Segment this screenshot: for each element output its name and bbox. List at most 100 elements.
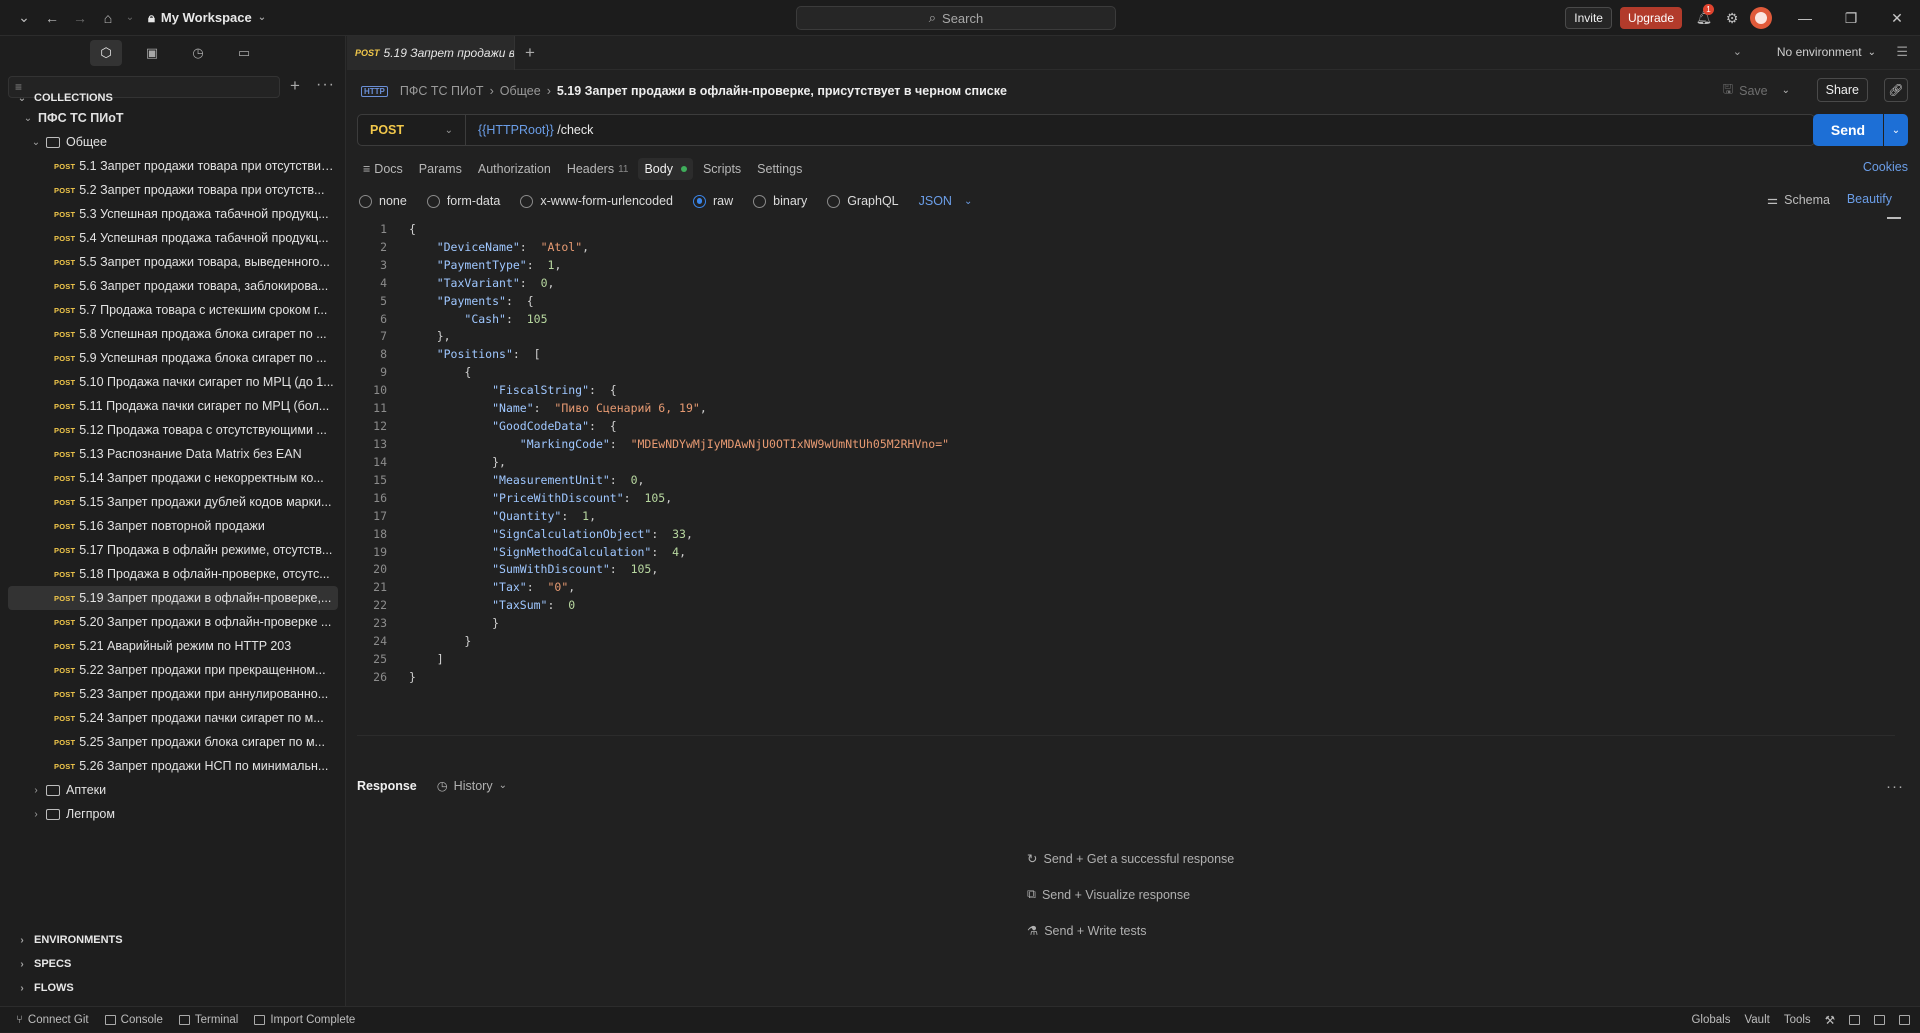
collections-header[interactable]: ⌄ COLLECTIONS: [16, 92, 113, 104]
collections-tab-icon[interactable]: ⬡: [90, 40, 122, 66]
body-type-form-data[interactable]: form-data: [426, 194, 500, 208]
sidebar-request-item[interactable]: POST 5.10 Продажа пачки сигарет по МРЦ (д…: [0, 370, 346, 394]
close-icon[interactable]: ✕: [1874, 0, 1920, 36]
method-select[interactable]: POST ⌄: [358, 115, 466, 145]
breadcrumb-collection[interactable]: ПФС ТС ПИоТ: [400, 84, 484, 98]
layout-bottom-pane-icon[interactable]: [1874, 1015, 1885, 1025]
sidebar-request-item[interactable]: POST 5.22 Запрет продажи при прекращенном…: [0, 658, 346, 682]
tab-headers[interactable]: Headers 11: [561, 158, 635, 180]
response-more-icon[interactable]: ···: [1886, 778, 1904, 795]
sidebar-request-item[interactable]: POST 5.1 Запрет продажи товара при отсутс…: [0, 154, 346, 178]
sidebar-request-item[interactable]: POST 5.16 Запрет повторной продажи: [0, 514, 346, 538]
folder-row[interactable]: › Аптеки: [0, 778, 346, 802]
sidebar-request-item[interactable]: POST 5.24 Запрет продажи пачки сигарет по…: [0, 706, 346, 730]
code-line[interactable]: 25 ]: [357, 650, 1895, 668]
tab-scripts[interactable]: Scripts: [697, 158, 747, 180]
menu-chevron-icon[interactable]: ⌄: [12, 6, 36, 30]
save-button[interactable]: 🖫︎ Save ⌄: [1722, 80, 1790, 101]
workspace-selector[interactable]: 🔒︎ My Workspace ⌄: [148, 10, 266, 26]
code-line[interactable]: 17 "Quantity": 1,: [357, 507, 1895, 525]
console-button[interactable]: Console: [104, 1014, 163, 1026]
environments-tab-icon[interactable]: ▣: [136, 40, 168, 66]
back-arrow-icon[interactable]: ←: [40, 6, 64, 30]
breadcrumb-folder[interactable]: Общее: [500, 84, 541, 98]
send-options-icon[interactable]: ⌄: [1884, 114, 1908, 146]
code-line[interactable]: 21 "Tax": "0",: [357, 578, 1895, 596]
tab-authorization[interactable]: Authorization: [472, 158, 557, 180]
sidebar-request-item[interactable]: POST 5.11 Продажа пачки сигарет по МРЦ (б…: [0, 394, 346, 418]
code-line[interactable]: 2 "DeviceName": "Atol",: [357, 238, 1895, 256]
code-line[interactable]: 9 {: [357, 363, 1895, 381]
body-editor[interactable]: 1{2 "DeviceName": "Atol", 3 "PaymentType"…: [357, 217, 1901, 736]
code-line[interactable]: 6 "Cash": 105: [357, 310, 1895, 328]
tab-params[interactable]: Params: [413, 158, 468, 180]
globals-button[interactable]: Globals: [1691, 1014, 1730, 1026]
code-line[interactable]: 8 "Positions": [: [357, 345, 1895, 363]
home-chevron-icon[interactable]: ⌄: [124, 6, 136, 30]
environment-selector[interactable]: No environment ⌄: [1777, 45, 1876, 59]
sidebar-request-item[interactable]: POST 5.25 Запрет продажи блока сигарет по…: [0, 730, 346, 754]
code-line[interactable]: 3 "PaymentType": 1,: [357, 256, 1895, 274]
terminal-button[interactable]: Terminal: [178, 1014, 238, 1026]
history-tab-icon[interactable]: ◷: [182, 40, 214, 66]
code-line[interactable]: 7 },: [357, 328, 1895, 346]
body-type-none[interactable]: none: [359, 194, 407, 208]
tab-body[interactable]: Body: [638, 158, 693, 180]
request-tab[interactable]: POST 5.19 Запрет продажи в: [347, 35, 515, 70]
body-type-raw[interactable]: raw: [693, 194, 733, 208]
home-icon[interactable]: ⌂: [96, 6, 120, 30]
code-line[interactable]: 19 "SignMethodCalculation": 4,: [357, 543, 1895, 561]
code-line[interactable]: 26}: [357, 668, 1895, 686]
copy-link-icon[interactable]: 🔗︎: [1884, 78, 1908, 102]
sidebar-request-item[interactable]: POST 5.4 Успешная продажа табачной продук…: [0, 226, 346, 250]
breadcrumb-current[interactable]: 5.19 Запрет продажи в офлайн-проверке, п…: [557, 84, 1007, 98]
beautify-button[interactable]: Beautify: [1847, 192, 1892, 206]
folder-row[interactable]: › Легпром: [0, 802, 346, 826]
hint-successful-response[interactable]: ↻ Send + Get a successful response: [1027, 851, 1234, 867]
code-line[interactable]: 11 "Name": "Пиво Сценарий 6, 19",: [357, 399, 1895, 417]
sidebar-request-item[interactable]: POST 5.8 Успешная продажа блока сигарет п…: [0, 322, 346, 346]
runner-icon[interactable]: ⚒: [1825, 1013, 1835, 1027]
share-button[interactable]: Share: [1816, 78, 1868, 102]
code-line[interactable]: 10 "FiscalString": {: [357, 381, 1895, 399]
avatar[interactable]: [1750, 7, 1772, 29]
sidebar-request-item[interactable]: POST 5.15 Запрет продажи дублей кодов мар…: [0, 490, 346, 514]
body-type-x-www-form-urlencoded[interactable]: x-www-form-urlencoded: [520, 194, 673, 208]
history-dropdown[interactable]: ◷ History ⌄: [437, 778, 507, 794]
folder-row-general[interactable]: ⌄ Общее: [0, 130, 346, 154]
code-line[interactable]: 4 "TaxVariant": 0,: [357, 274, 1895, 292]
code-line[interactable]: 14 },: [357, 453, 1895, 471]
sidebar-request-item[interactable]: POST 5.23 Запрет продажи при аннулированн…: [0, 682, 346, 706]
notifications-bell-icon[interactable]: 🔔︎ 1: [1692, 4, 1716, 26]
code-line[interactable]: 18 "SignCalculationObject": 33,: [357, 525, 1895, 543]
layout-right-pane-icon[interactable]: [1899, 1015, 1910, 1025]
hint-write-tests[interactable]: ⚗ Send + Write tests: [1027, 923, 1146, 939]
minimize-icon[interactable]: —: [1782, 0, 1828, 36]
sidebar-request-item[interactable]: POST 5.12 Продажа товара с отсутствующими…: [0, 418, 346, 442]
new-tab-button[interactable]: +: [525, 43, 535, 63]
code-line[interactable]: 15 "MeasurementUnit": 0,: [357, 471, 1895, 489]
schema-button[interactable]: ⚌ Schema: [1767, 192, 1830, 208]
forward-arrow-icon[interactable]: →: [68, 6, 92, 30]
flows-header[interactable]: › FLOWS: [16, 982, 73, 994]
send-button[interactable]: Send: [1813, 114, 1883, 146]
code-line[interactable]: 12 "GoodCodeData": {: [357, 417, 1895, 435]
body-type-binary[interactable]: binary: [753, 194, 807, 208]
sidebar-request-item[interactable]: POST 5.17 Продажа в офлайн режиме, отсутс…: [0, 538, 346, 562]
code-line[interactable]: 24 }: [357, 632, 1895, 650]
more-options-icon[interactable]: ···: [316, 76, 335, 94]
sidebar-request-item[interactable]: POST 5.19 Запрет продажи в офлайн-проверк…: [8, 586, 338, 610]
hint-visualize-response[interactable]: ⧉ Send + Visualize response: [1027, 887, 1190, 902]
code-line[interactable]: 23 }: [357, 614, 1895, 632]
settings-gear-icon[interactable]: ⚙: [1720, 6, 1744, 30]
tab-docs[interactable]: ≡ Docs: [357, 158, 409, 180]
body-format-select[interactable]: JSON ⌄: [919, 194, 973, 208]
editor-scrollbar[interactable]: [1887, 217, 1901, 219]
sidebar-request-item[interactable]: POST 5.2 Запрет продажи товара при отсутс…: [0, 178, 346, 202]
sidebar-request-item[interactable]: POST 5.20 Запрет продажи в офлайн-проверк…: [0, 610, 346, 634]
upgrade-button[interactable]: Upgrade: [1619, 7, 1682, 29]
sidebar-request-item[interactable]: POST 5.14 Запрет продажи с некорректным к…: [0, 466, 346, 490]
tabs-dropdown-icon[interactable]: ⌄: [1733, 45, 1742, 58]
add-collection-button[interactable]: +: [290, 76, 300, 96]
code-line[interactable]: 16 "PriceWithDiscount": 105,: [357, 489, 1895, 507]
